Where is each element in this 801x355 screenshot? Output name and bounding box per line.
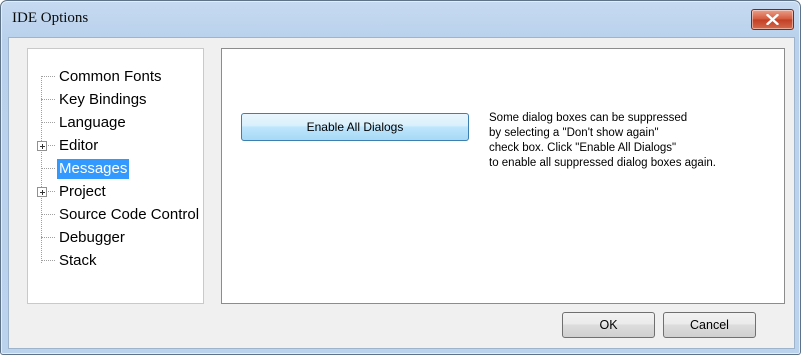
description-line: to enable all suppressed dialog boxes ag… <box>489 157 716 169</box>
close-icon <box>766 14 779 25</box>
description-line: Some dialog boxes can be suppressed <box>489 112 688 124</box>
tree-item-label: Language <box>59 114 126 131</box>
tree-item-label: Editor <box>59 137 99 154</box>
options-panel: Enable All Dialogs Some dialog boxes can… <box>221 48 785 304</box>
tree-item-language[interactable]: Language <box>37 113 197 133</box>
ide-options-dialog: IDE Options Common Fonts Key Bindings Lang… <box>0 0 801 355</box>
tree-item-label: Debugger <box>59 229 125 246</box>
ok-button[interactable]: OK <box>562 312 655 338</box>
window-title: IDE Options <box>12 10 89 26</box>
expand-plus-icon[interactable] <box>37 187 47 197</box>
tree-connector <box>41 260 55 262</box>
description-text: Some dialog boxes can be suppressed by s… <box>489 111 779 171</box>
expand-plus-icon[interactable] <box>37 141 47 151</box>
tree-connector <box>41 237 55 239</box>
tree-item-label: Key Bindings <box>59 91 147 108</box>
tree-connector <box>41 76 55 78</box>
options-tree: Common Fonts Key Bindings Language Editor Me… <box>27 48 204 304</box>
tree-item-project[interactable]: Project <box>37 182 197 202</box>
tree-item-editor[interactable]: Editor <box>37 136 197 156</box>
tree-item-messages[interactable]: Messages <box>37 159 197 179</box>
tree-item-label: Messages <box>57 159 130 179</box>
tree-connector <box>41 122 55 124</box>
dialog-client-area: Common Fonts Key Bindings Language Editor Me… <box>8 37 795 349</box>
tree-item-common-fonts[interactable]: Common Fonts <box>37 67 197 87</box>
tree-connector <box>41 214 55 216</box>
description-line: check box. Click "Enable All Dialogs" <box>489 142 677 154</box>
description-line: by selecting a "Don't show again" <box>489 127 659 139</box>
tree-item-key-bindings[interactable]: Key Bindings <box>37 90 197 110</box>
enable-all-dialogs-button[interactable]: Enable All Dialogs <box>241 113 469 141</box>
close-button[interactable] <box>751 9 794 30</box>
tree-item-label: Stack <box>59 252 97 269</box>
tree-item-label: Source Code Control <box>59 206 200 223</box>
cancel-button[interactable]: Cancel <box>663 312 756 338</box>
title-bar[interactable]: IDE Options <box>1 1 800 37</box>
tree-item-source-code-control[interactable]: Source Code Control <box>37 205 199 225</box>
tree-connector <box>41 99 55 101</box>
tree-connector <box>41 168 55 170</box>
tree-item-label: Common Fonts <box>59 68 162 85</box>
tree-item-debugger[interactable]: Debugger <box>37 228 197 248</box>
tree-item-stack[interactable]: Stack <box>37 251 197 271</box>
tree-item-label: Project <box>59 183 106 200</box>
